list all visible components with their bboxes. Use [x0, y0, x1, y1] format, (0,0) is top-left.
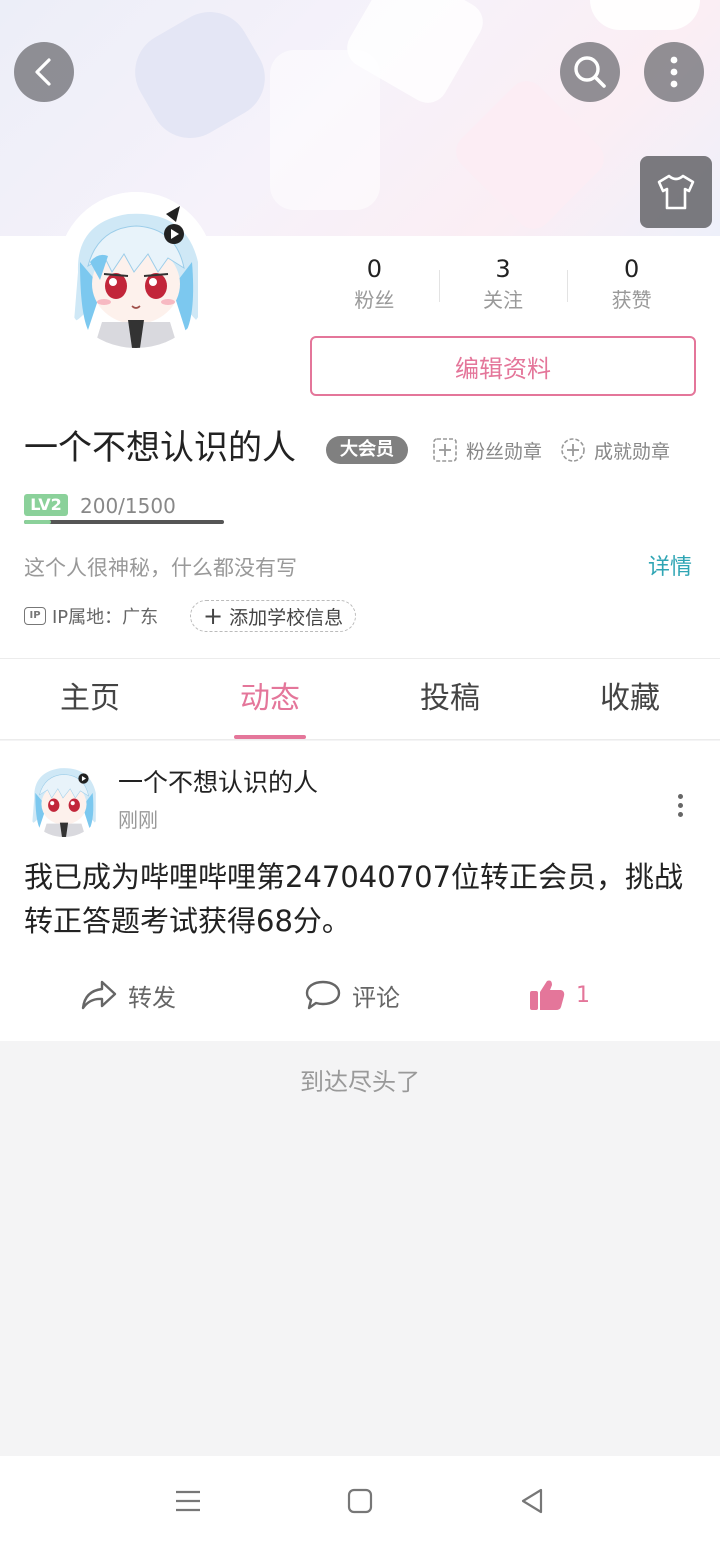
system-nav-bar [0, 1456, 720, 1546]
post-content[interactable]: 我已成为哔哩哔哩第247040707位转正会员，挑战转正答题考试获得68分。 [24, 855, 684, 943]
tab-home[interactable]: 主页 [0, 659, 180, 739]
level-progress-bar [24, 520, 224, 524]
vip-badge[interactable]: 大会员 [326, 436, 408, 464]
tab-submissions[interactable]: 投稿 [360, 659, 540, 739]
share-button[interactable]: 转发 [80, 973, 176, 1017]
banner-decoration [270, 50, 380, 210]
more-dot-icon [677, 802, 683, 808]
details-link[interactable]: 详情 [648, 552, 692, 584]
banner-decoration [590, 0, 700, 30]
ip-icon: IP [24, 607, 46, 625]
stat-fans[interactable]: 0 粉丝 [310, 252, 439, 322]
home-square-icon [347, 1488, 373, 1514]
share-label: 转发 [128, 983, 176, 1012]
back-button[interactable] [14, 42, 74, 102]
profile-tabs: 主页 动态 投稿 收藏 [0, 658, 720, 740]
like-button[interactable]: 1 [528, 973, 590, 1017]
tab-dynamics[interactable]: 动态 [180, 659, 360, 739]
post-author[interactable]: 一个不想认识的人 [118, 765, 318, 801]
share-icon [80, 979, 118, 1011]
achievement-medal-label: 成就勋章 [594, 440, 671, 463]
post-timestamp: 刚刚 [118, 808, 158, 832]
comment-icon [304, 979, 342, 1011]
plus-icon: + [203, 602, 224, 630]
stat-fans-label: 粉丝 [354, 288, 395, 312]
achievement-medal-button[interactable]: 成就勋章 [560, 436, 670, 464]
feed-end-text: 到达尽头了 [300, 1068, 420, 1096]
ip-location: IP IP属地：广东 [24, 602, 158, 630]
stat-following-label: 关注 [483, 288, 523, 312]
post-avatar[interactable] [24, 757, 104, 837]
dynamic-post: 一个不想认识的人 刚刚 我已成为哔哩哔哩第247040707位转正会员，挑战转正… [0, 741, 720, 1041]
shirt-icon [657, 174, 695, 210]
add-school-label: 添加学校信息 [229, 606, 344, 629]
more-vertical-icon [670, 56, 678, 88]
profile-name: 一个不想认识的人 [24, 428, 296, 468]
triangle-back-icon [521, 1488, 543, 1514]
profile-bio: 这个人很神秘，什么都没有写 [24, 556, 297, 580]
system-back-button[interactable] [512, 1484, 552, 1518]
ip-location-text: IP属地：广东 [52, 607, 159, 628]
thumbs-up-icon [528, 978, 566, 1012]
more-dot-icon [677, 811, 683, 817]
more-dot-icon [677, 793, 683, 799]
add-medal-icon [432, 437, 458, 463]
stat-following[interactable]: 3 关注 [438, 252, 568, 322]
profile-stats: 0 粉丝 3 关注 0 获赞 [310, 252, 696, 322]
dress-up-button[interactable] [640, 156, 712, 228]
home-button[interactable] [340, 1484, 380, 1518]
level-badge[interactable]: LV2 [24, 494, 68, 516]
avatar-image [58, 192, 214, 348]
post-avatar-image [24, 757, 104, 837]
stat-likes-count: 0 [624, 255, 640, 283]
fan-medal-button[interactable]: 粉丝勋章 [432, 436, 542, 464]
tab-favorites[interactable]: 收藏 [540, 659, 720, 739]
edit-profile-button[interactable]: 编辑资料 [310, 336, 696, 396]
stat-likes-label: 获赞 [611, 288, 652, 312]
stat-fans-count: 0 [366, 255, 382, 283]
menu-icon [176, 1490, 200, 1512]
search-icon [574, 56, 606, 88]
add-achievement-icon [560, 437, 586, 463]
comment-button[interactable]: 评论 [304, 973, 400, 1017]
stat-following-count: 3 [495, 255, 511, 283]
like-count: 1 [576, 982, 590, 1008]
comment-label: 评论 [352, 983, 400, 1012]
avatar[interactable] [58, 192, 214, 348]
banner-decoration [120, 0, 280, 153]
back-icon [35, 58, 51, 86]
fan-medal-label: 粉丝勋章 [466, 440, 543, 463]
stat-likes[interactable]: 0 获赞 [567, 252, 696, 322]
post-more-button[interactable] [664, 785, 696, 825]
add-school-button[interactable]: + 添加学校信息 [190, 600, 357, 632]
level-progress-fill [24, 520, 51, 524]
recent-apps-button[interactable] [168, 1484, 208, 1518]
search-button[interactable] [560, 42, 620, 102]
more-options-button[interactable] [644, 42, 704, 102]
level-progress-text: 200/1500 [80, 494, 176, 518]
